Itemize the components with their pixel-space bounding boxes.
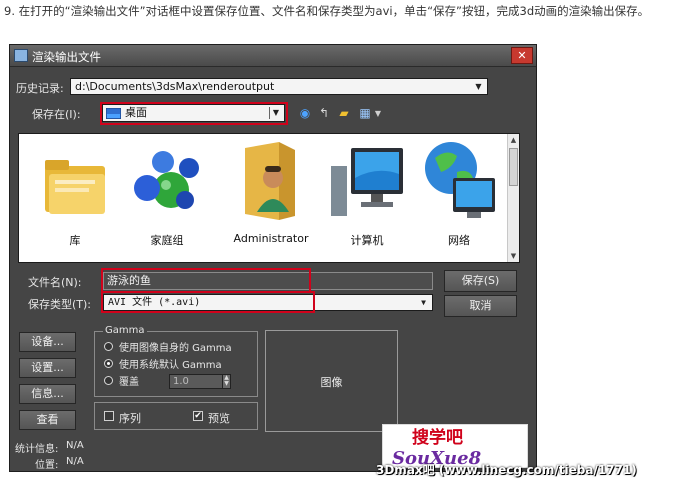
sequence-label: 序列: [119, 412, 141, 425]
user-folder-icon: [245, 142, 295, 220]
file-item-label: 库: [69, 234, 81, 247]
back-arrow-icon[interactable]: ◉: [298, 106, 312, 120]
gamma-override-radio[interactable]: [104, 376, 113, 385]
save-in-value: 桌面: [125, 106, 147, 119]
gamma-group-title: Gamma: [103, 325, 147, 336]
dialog-app-icon: [14, 49, 28, 62]
file-item-computer[interactable]: 计算机: [325, 138, 409, 256]
filetype-value: AVI 文件 (*.avi): [108, 297, 201, 308]
chevron-down-icon: ▼: [421, 298, 426, 307]
info-button[interactable]: 信息...: [19, 384, 76, 404]
file-item-label: 网络: [448, 234, 470, 247]
file-list-scrollbar[interactable]: ▲ ▼: [507, 134, 519, 262]
preview-checkbox[interactable]: ✔: [193, 411, 203, 421]
view-button[interactable]: 查看: [19, 410, 76, 430]
close-button[interactable]: ✕: [511, 47, 533, 64]
file-item-network[interactable]: 网络: [417, 138, 501, 256]
file-item-label: Administrator: [233, 232, 309, 245]
cancel-button[interactable]: 取消: [444, 295, 517, 317]
gamma-system-radio[interactable]: [104, 359, 113, 368]
desktop-icon: [106, 108, 121, 119]
computer-icon: [331, 148, 403, 216]
homegroup-icon: [134, 151, 199, 209]
gamma-own-label: 使用图像自身的 Gamma: [119, 343, 232, 354]
save-in-label: 保存在(I):: [32, 108, 81, 121]
file-item-administrator[interactable]: Administrator: [229, 138, 313, 256]
filetype-label: 保存类型(T):: [28, 298, 92, 311]
file-item-library[interactable]: 库: [33, 138, 117, 256]
chevron-down-icon[interactable]: ▼: [371, 107, 385, 121]
svg-text:搜学吧: 搜学吧: [412, 427, 463, 448]
save-button[interactable]: 保存(S): [444, 270, 517, 292]
gamma-own-radio[interactable]: [104, 342, 113, 351]
filename-input[interactable]: 游泳的鱼: [103, 272, 433, 290]
preview-area-label: 图像: [320, 376, 343, 389]
filename-label: 文件名(N):: [28, 276, 82, 289]
title-bar[interactable]: 渲染输出文件 ✕: [10, 45, 536, 67]
sequence-preview-group: 序列 ✔ 预览: [94, 402, 258, 430]
stats-value: N/A: [66, 440, 84, 451]
instruction-text: 9. 在打开的“渲染输出文件”对话框中设置保存位置、文件名和保存类型为avi，单…: [4, 4, 650, 18]
file-list[interactable]: 库 家庭组 Administrator 计算机 网络 ▲ ▼: [18, 133, 520, 263]
file-item-label: 计算机: [350, 234, 384, 247]
setup-button[interactable]: 设备...: [19, 332, 76, 352]
spinner-arrows-icon[interactable]: ▲ ▼: [222, 374, 231, 389]
view-menu-icon[interactable]: ▦: [358, 106, 372, 120]
scroll-down-icon[interactable]: ▼: [508, 250, 519, 262]
image-preview-area: 图像: [265, 330, 398, 432]
scroll-up-icon[interactable]: ▲: [508, 134, 519, 146]
sequence-checkbox[interactable]: [104, 411, 114, 421]
render-output-file-dialog: 渲染输出文件 ✕ 历史记录: d:\Documents\3dsMax\rende…: [9, 44, 537, 472]
dialog-title: 渲染输出文件: [32, 50, 101, 64]
network-globe-icon: [425, 142, 495, 218]
file-item-homegroup[interactable]: 家庭组: [125, 138, 209, 256]
location-label: 位置:: [35, 460, 59, 471]
stats-label: 统计信息:: [15, 444, 59, 455]
history-dropdown[interactable]: d:\Documents\3dsMax\renderoutput ▼: [70, 78, 488, 95]
save-in-dropdown[interactable]: 桌面 ▼: [102, 104, 285, 122]
site-watermark: 3Dmax吧 (www.linecg.com/tieba/1771): [376, 463, 637, 477]
gamma-group: Gamma 使用图像自身的 Gamma 使用系统默认 Gamma 覆盖 1.0 …: [94, 325, 258, 397]
new-folder-icon[interactable]: ▰: [337, 106, 351, 120]
settings-button[interactable]: 设置...: [19, 358, 76, 378]
gamma-override-label: 覆盖: [119, 377, 139, 388]
library-folder-icon: [45, 160, 105, 214]
gamma-override-value: 1.0: [173, 376, 189, 387]
history-value: d:\Documents\3dsMax\renderoutput: [75, 80, 275, 93]
chevron-down-icon: ▼: [475, 82, 482, 91]
gamma-override-spinner[interactable]: 1.0 ▲ ▼: [169, 374, 231, 389]
file-item-label: 家庭组: [150, 234, 184, 247]
history-label: 历史记录:: [16, 82, 64, 95]
chevron-down-icon: ▼: [269, 107, 282, 119]
scroll-thumb[interactable]: [509, 148, 518, 186]
location-value: N/A: [66, 456, 84, 467]
preview-label: 预览: [208, 412, 230, 425]
filetype-dropdown[interactable]: AVI 文件 (*.avi) ▼: [103, 294, 433, 311]
gamma-system-label: 使用系统默认 Gamma: [119, 360, 222, 371]
up-folder-icon[interactable]: ↰: [317, 106, 331, 120]
